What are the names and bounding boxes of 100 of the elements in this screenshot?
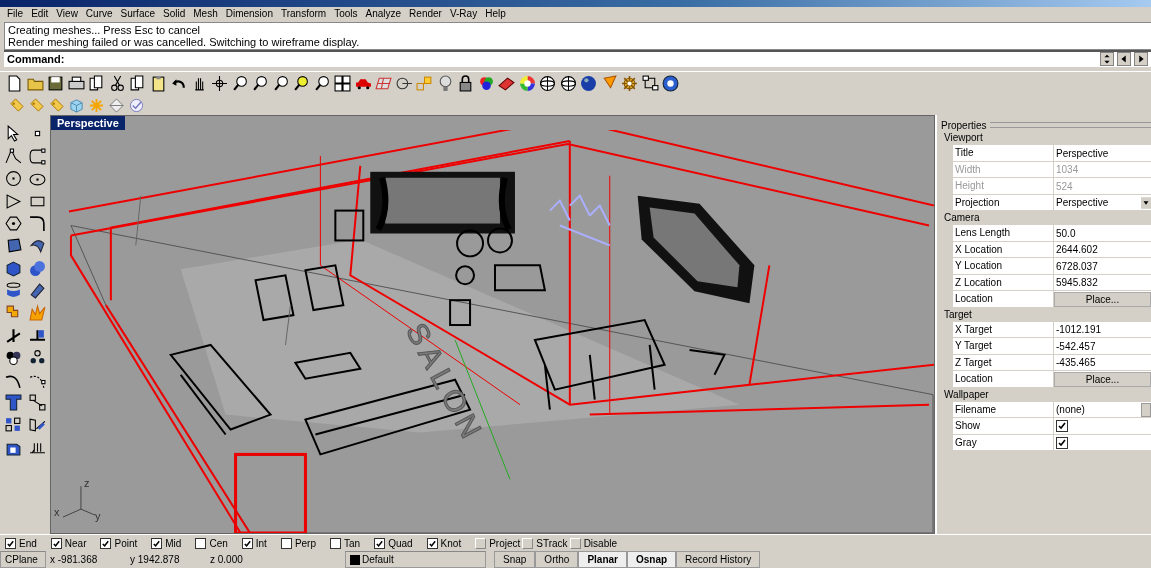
magnifier-icon[interactable] [272,75,290,93]
property-label: Lens Length [953,225,1054,241]
magnifier-icon[interactable] [293,75,310,93]
osnap-checkbox[interactable]: End [5,537,37,549]
place-button[interactable]: Place... [1054,291,1151,307]
mode-toggle[interactable]: Project [475,537,521,549]
scissors-icon[interactable] [108,75,126,93]
three-balls-icon[interactable] [5,349,22,367]
property-value[interactable]: 2644.602 [1056,242,1098,258]
menu-item[interactable]: V-Ray [445,8,482,20]
property-value: 524 [1056,179,1073,194]
projection-dropdown[interactable]: Perspective [1056,195,1151,211]
property-value[interactable]: -1012.191 [1056,322,1102,338]
osnap-checkbox[interactable]: Quad [374,537,413,549]
page-icon[interactable] [6,75,23,93]
place-button[interactable]: Place... [1054,371,1151,387]
help-icon[interactable] [662,75,679,93]
color-wheel-icon[interactable] [518,75,536,93]
box-icon[interactable] [5,259,22,277]
osnap-checkbox[interactable]: Perp [280,537,316,549]
curved-surface-icon[interactable] [29,237,46,255]
menu-item[interactable]: Transform [276,8,331,20]
filename-field[interactable]: (none) [1056,402,1151,418]
property-value[interactable]: 50.0 [1056,225,1076,241]
menu-item[interactable]: Analyze [361,8,406,20]
connected-boxes-icon[interactable] [641,75,659,93]
viewport-tab[interactable]: Perspective [51,116,125,131]
osnap-checkbox[interactable]: Mid [151,537,182,549]
axis-label: z [83,477,90,490]
scroll-right-icon[interactable] [1134,52,1148,67]
extrusion-icon[interactable] [29,416,46,434]
spin-icon[interactable] [1100,52,1114,67]
property-value[interactable]: Perspective [1056,145,1109,161]
status-toggle[interactable]: Planar [578,551,627,568]
t-block-icon[interactable] [5,394,22,411]
pointer-icon[interactable] [5,125,22,143]
property-label: Y Target [953,338,1054,354]
osnap-checkbox[interactable]: Knot [426,537,462,549]
cylinder-icon[interactable] [5,282,22,300]
menu-item[interactable]: Curve [81,8,117,20]
status-toggle[interactable]: Record History [676,551,761,568]
osnap-checkbox[interactable]: Near [50,537,87,549]
spheres-icon[interactable] [29,259,46,277]
scroll-left-icon[interactable] [1117,52,1131,67]
gear-icon[interactable] [621,75,638,93]
blocks-icon[interactable] [5,416,22,434]
osnap-checkbox[interactable]: Cen [195,537,228,549]
property-value[interactable]: 5945.832 [1056,275,1098,291]
cplane-label[interactable]: CPlane [0,551,46,568]
menu-item[interactable]: File [3,8,28,20]
property-value[interactable]: -542.457 [1056,338,1096,354]
crosshair-circle-icon[interactable] [211,75,228,93]
corner-arc-icon[interactable] [29,214,46,232]
menu-item[interactable]: Edit [27,8,53,20]
property-value[interactable]: 6728.037 [1056,258,1098,274]
property-label: Filename [953,401,1054,418]
property-value[interactable]: -435.465 [1056,355,1096,371]
plane-surface-icon[interactable] [29,282,46,300]
check-mark-icon [427,538,437,549]
polyline-icon[interactable] [5,147,22,165]
osnap-checkbox[interactable]: Int [241,537,267,549]
menu-item[interactable]: Mesh [189,8,222,20]
wireframe-sphere-icon[interactable] [539,75,556,93]
mode-toggle[interactable]: Disable [569,537,617,549]
menu-item[interactable]: Render [405,8,446,20]
color-circles-icon[interactable] [477,75,495,93]
surface-patch-icon[interactable] [5,237,22,255]
checkbox[interactable] [1056,420,1068,433]
menu-item[interactable]: Tools [330,8,362,20]
section-title: Camera [944,211,981,226]
linked-squares-icon[interactable] [29,394,46,411]
check-circle-icon[interactable] [129,97,144,113]
menu-item[interactable]: Dimension [221,8,277,20]
trim-icon[interactable] [5,326,22,344]
wireframe-sphere-icon[interactable] [559,75,577,93]
magnifier-icon[interactable] [231,75,249,93]
sphere-icon[interactable] [580,75,597,93]
menu-item[interactable]: Surface [116,8,159,20]
menu-item[interactable]: View [52,8,82,20]
checkbox[interactable] [1056,436,1068,449]
status-toggle[interactable]: Osnap [626,551,677,568]
menu-item[interactable]: Solid [159,8,190,20]
circle-icon[interactable] [5,170,22,188]
lock-icon[interactable] [457,75,474,93]
magnifier-icon[interactable] [252,75,269,93]
status-toggle[interactable]: Ortho [535,551,579,568]
layer-selector[interactable]: Default [345,551,486,568]
four-pane-grid-icon[interactable] [334,75,351,93]
pages-icon[interactable] [88,75,105,93]
triangle-icon[interactable] [5,192,22,210]
menu-item[interactable]: Help [481,8,510,20]
mode-toggle[interactable]: STrack [522,537,568,549]
curve-icon[interactable] [29,147,46,165]
hexagon-icon[interactable] [5,214,22,232]
osnap-checkbox[interactable]: Tan [330,537,361,549]
osnap-checkbox[interactable]: Point [100,537,138,549]
status-toggle[interactable]: Snap [494,551,536,568]
magnifier-icon[interactable] [313,75,331,93]
diamond-icon[interactable] [109,97,124,113]
pages-icon[interactable] [129,75,146,93]
